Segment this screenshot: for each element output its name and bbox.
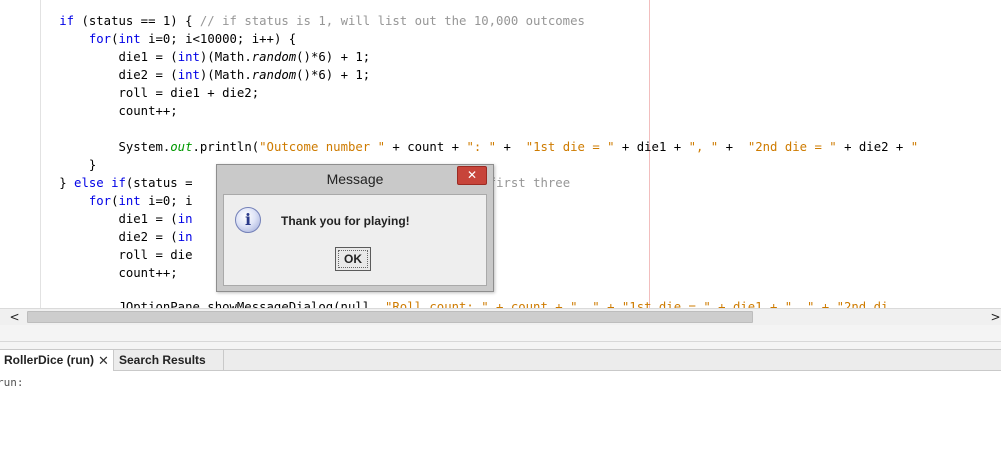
code-line-15: count++; [0, 266, 178, 280]
scrollbar-thumb[interactable] [27, 311, 753, 323]
scroll-right-arrow-icon[interactable]: > [987, 309, 1001, 325]
code-line-14: roll = die [0, 248, 193, 262]
panel-splitter[interactable] [0, 325, 1001, 349]
code-line-13: die2 = (in [0, 230, 193, 244]
info-icon: i [235, 207, 261, 233]
code-line-8: System.out.println("Outcome number " + c… [0, 140, 919, 154]
code-line-11: for(int i=0; i [88, 194, 193, 208]
code-line-2: for(int i=0; i<10000; i++) { [88, 32, 297, 46]
code-line-5: roll = die1 + die2; [0, 86, 260, 100]
tab-label: RollerDice (run) [4, 353, 95, 367]
code-line-17: JOptionPane.showMessageDialog(null, "Rol… [0, 300, 889, 308]
code-line-12: die1 = (in [0, 212, 193, 226]
splitter-divider [0, 341, 1001, 342]
code-editor[interactable]: if (status == 1) { // if status is 1, wi… [0, 0, 1001, 308]
horizontal-scrollbar[interactable]: < > [0, 308, 1001, 325]
output-tab-bar: RollerDice (run) ✕ Search Results [0, 349, 1001, 371]
code-line-1: if (status == 1) { // if status is 1, wi… [59, 14, 585, 28]
dialog-message: Thank you for playing! [281, 214, 410, 228]
code-line-3: die1 = (int)(Math.random()*6) + 1; [0, 50, 371, 64]
close-icon[interactable]: ✕ [457, 166, 487, 185]
dialog-body: i Thank you for playing! OK [223, 194, 487, 286]
dialog-title[interactable]: Message [217, 165, 493, 193]
message-dialog: Message ✕ i Thank you for playing! OK [216, 164, 494, 292]
tab-rollerdice-run[interactable]: RollerDice (run) ✕ [0, 350, 114, 371]
code-line-6: count++; [0, 104, 178, 118]
scroll-left-arrow-icon[interactable]: < [6, 309, 23, 325]
tab-label: Search Results [119, 353, 206, 367]
code-line-4: die2 = (int)(Math.random()*6) + 1; [0, 68, 371, 82]
console-text: run: [0, 376, 24, 389]
ok-button[interactable]: OK [335, 247, 371, 271]
code-line-9: } [0, 158, 97, 172]
tab-search-results[interactable]: Search Results [115, 350, 224, 371]
close-icon[interactable]: ✕ [98, 350, 109, 371]
output-console[interactable]: run: [0, 371, 1001, 456]
